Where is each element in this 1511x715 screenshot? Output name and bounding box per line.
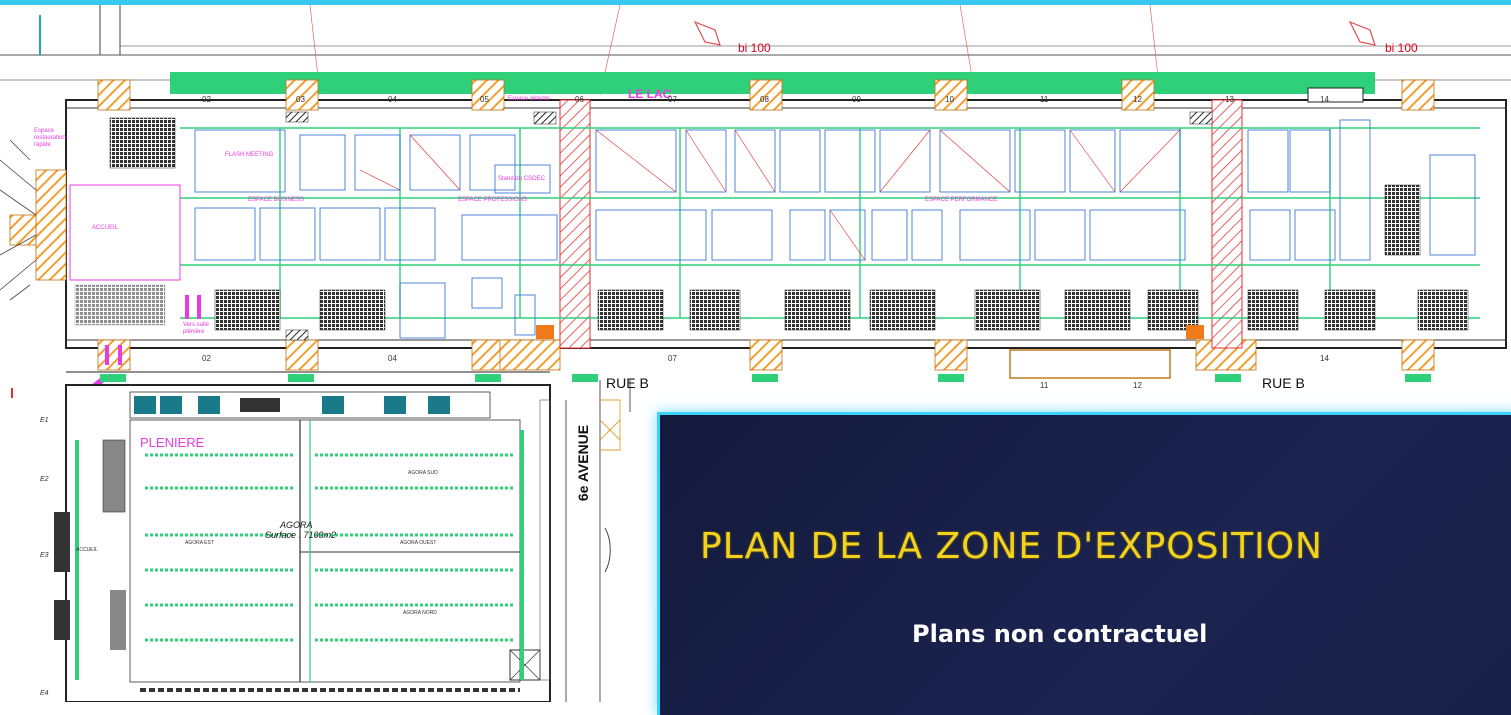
zone-label-accueil-pleniere: ACCUEIL xyxy=(76,547,98,553)
gate-label: E3 xyxy=(40,552,49,559)
zone-label-business: ESPACE BUSINESS xyxy=(248,197,304,203)
hall-number: 02 xyxy=(202,354,211,363)
zone-label-agora: AGORA xyxy=(280,520,313,530)
zone-label-restauration: Espace restauration rapide xyxy=(34,128,66,148)
dimension-label: bi 100 xyxy=(738,41,771,55)
dimension-marker-1 xyxy=(693,20,721,46)
road-label-rue-b-right: RUE B xyxy=(1262,375,1305,391)
dimension-marker-2 xyxy=(1348,20,1376,46)
hall-number: 09 xyxy=(852,95,861,104)
hall-number: 02 xyxy=(202,95,211,104)
pleniere-building xyxy=(54,384,551,702)
hall-number: 07 xyxy=(668,354,677,363)
hall-number: 11 xyxy=(1040,381,1049,390)
hall-number: 14 xyxy=(1320,354,1329,363)
zone-label-pleniere: PLENIERE xyxy=(140,435,205,450)
gate-label: E4 xyxy=(40,690,49,697)
left-entrance xyxy=(35,169,67,281)
green-stubs xyxy=(100,374,1431,382)
zone-label-accueil: ACCUEIL xyxy=(92,225,119,231)
hall-number: 04 xyxy=(388,95,397,104)
zone-label-csoec: Stand du CSOEC xyxy=(498,176,546,182)
hall-number: 06 xyxy=(575,95,584,104)
zone-label-agora-sud: AGORA SUD xyxy=(408,470,438,476)
hall-number: 03 xyxy=(296,95,305,104)
gate-label: E1 xyxy=(40,417,49,424)
page-subtitle: Plans non contractuel xyxy=(912,620,1208,648)
dimension-label: bi 100 xyxy=(1385,41,1418,55)
zone-label-agora-nord: AGORA NORD xyxy=(403,610,437,616)
zone-label-professions: ESPACE PROFESSIONS xyxy=(458,197,527,203)
hall-number: 05 xyxy=(480,95,489,104)
lake-label: LE LAC xyxy=(628,87,672,101)
zone-label-agora-ouest: AGORA OUEST xyxy=(400,540,437,546)
hall-number: 12 xyxy=(1133,95,1142,104)
gate-label: E2 xyxy=(40,476,49,483)
page-title: PLAN DE LA ZONE D'EXPOSITION xyxy=(700,526,1323,567)
road-label-rue-b: RUE B xyxy=(606,375,649,391)
zone-label-performance: ESPACE PERFORMANCE xyxy=(925,197,998,203)
hall-number: 08 xyxy=(760,95,769,104)
hall-number: 10 xyxy=(945,95,954,104)
zone-label-flash-meeting: FLASH MEETING xyxy=(225,152,274,158)
zone-label-agora-surface: Surface : 7100m2 xyxy=(265,530,337,540)
zone-label-detente: Espace détente xyxy=(508,96,550,102)
hall-number: 14 xyxy=(1320,95,1329,104)
hall-number: 07 xyxy=(668,95,677,104)
zone-label-agora-est: AGORA EST xyxy=(185,540,214,546)
hall-number: 12 xyxy=(1133,381,1142,390)
road-label-avenue: 6e AVENUE xyxy=(575,424,592,502)
annex-11-12 xyxy=(1009,349,1171,379)
hall-number: 13 xyxy=(1225,95,1234,104)
hall-number: 11 xyxy=(1040,95,1049,104)
hall-number: 04 xyxy=(388,354,397,363)
zone-label-vers-salle: Vers salle plénière xyxy=(183,322,210,335)
